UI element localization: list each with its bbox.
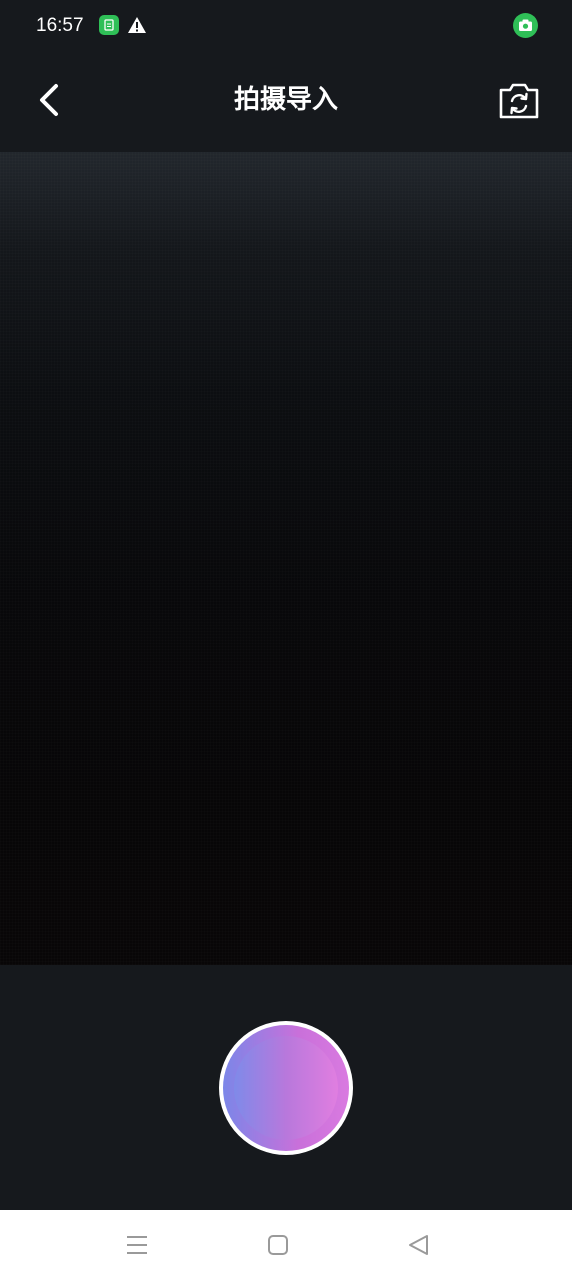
shutter-button[interactable] (219, 1021, 353, 1155)
system-navigation-bar (0, 1210, 572, 1280)
camera-screen: 16:57 拍摄导入 (0, 0, 572, 1280)
page-title: 拍摄导入 (233, 85, 338, 115)
shutter-icon (223, 1025, 349, 1151)
switch-camera-icon (499, 83, 539, 119)
system-back-button[interactable] (405, 1232, 433, 1258)
status-bar: 16:57 (0, 0, 572, 52)
back-triangle-icon (409, 1235, 428, 1255)
app-notification-icon (99, 15, 119, 35)
switch-camera-button[interactable] (496, 80, 542, 122)
system-menu-button[interactable] (123, 1232, 151, 1258)
shutter-core (234, 1036, 338, 1140)
menu-icon (127, 1236, 147, 1254)
home-icon (268, 1235, 288, 1255)
status-time: 16:57 (36, 15, 84, 36)
camera-in-use-icon (513, 13, 538, 38)
camera-preview-texture (0, 152, 572, 965)
camera-preview[interactable] (0, 152, 572, 965)
system-home-button[interactable] (264, 1232, 292, 1258)
capture-controls (0, 965, 572, 1210)
header-bar: 拍摄导入 (0, 52, 572, 152)
warning-icon (127, 15, 147, 35)
